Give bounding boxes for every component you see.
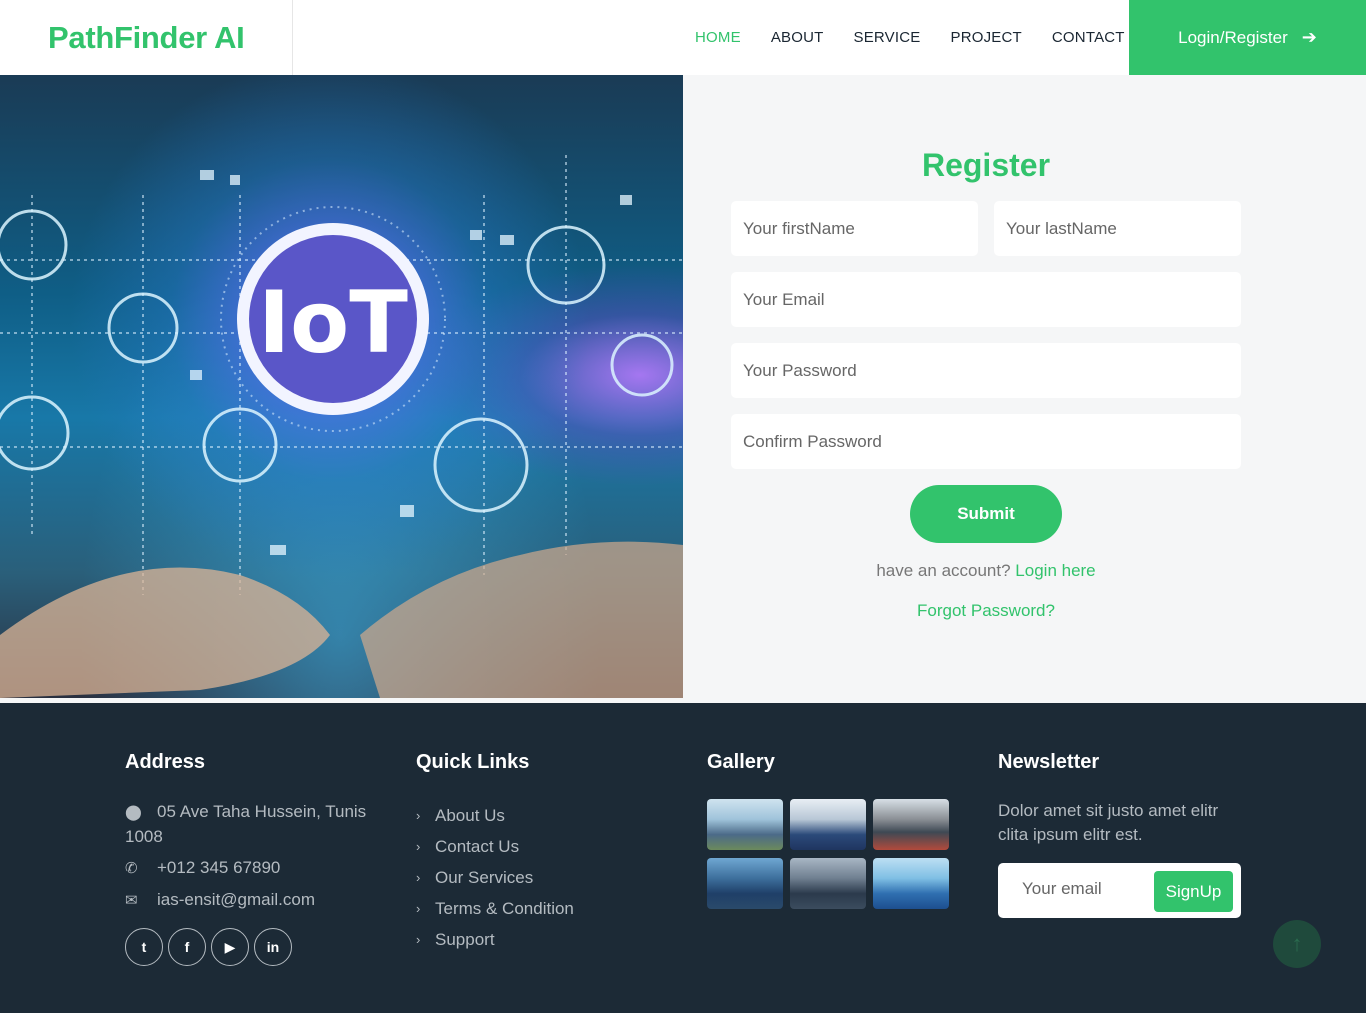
nav-home[interactable]: HOME [695,29,741,46]
phone-icon: ✆ [125,860,138,877]
nav-project[interactable]: PROJECT [950,29,1021,46]
main-nav: HOME ABOUT SERVICE PROJECT CONTACT [680,0,1140,75]
gallery-image[interactable] [707,858,783,909]
register-panel: Register Submit have an account? Login h… [683,75,1366,698]
address-email: ias-ensit@gmail.com [157,890,316,909]
newsletter-text: Dolor amet sit justo amet elitr clita ip… [998,801,1219,844]
site-footer: Address ⬤ 05 Ave Taha Hussein, Tunis 1008… [0,703,1366,1013]
newsletter-form: Your email SignUp [998,863,1241,918]
arrow-right-icon: ➔ [1301,27,1317,47]
quick-link-label: Our Services [435,867,534,887]
quick-links-title: Quick Links [416,751,530,773]
login-here-link[interactable]: Login here [1015,561,1095,580]
address-street-row: ⬤ 05 Ave Taha Hussein, Tunis 1008 [125,800,375,849]
submit-button[interactable]: Submit [910,485,1062,543]
brand-name[interactable]: PathFinder AI [48,20,245,56]
last-name-input[interactable] [994,201,1241,256]
newsletter-title: Newsletter [998,751,1100,773]
newsletter-email-input[interactable]: Your email [1022,879,1102,899]
twitter-icon[interactable]: t [125,928,163,966]
nav-about[interactable]: ABOUT [771,29,824,46]
address-phone: +012 345 67890 [157,858,281,877]
gallery-grid [707,799,949,909]
have-account-line: have an account? Login here [683,561,1289,581]
nav-service[interactable]: SERVICE [854,29,921,46]
chevron-right-icon: › [416,839,421,854]
gallery-image[interactable] [790,858,866,909]
envelope-icon: ✉ [125,892,138,909]
nav-contact[interactable]: CONTACT [1052,29,1125,46]
signup-button[interactable]: SignUp [1154,871,1233,912]
social-links: t f ▶ in [125,928,297,966]
quick-link-label: Terms & Condition [435,898,574,918]
login-register-button[interactable]: Login/Register ➔ [1129,0,1366,75]
have-account-text: have an account? [876,561,1011,580]
gallery-title: Gallery [707,751,775,773]
quick-link-support[interactable]: › Support [416,924,574,955]
arrow-up-icon: ↑ [1291,931,1303,956]
chevron-right-icon: › [416,808,421,823]
address-phone-row: ✆ +012 345 67890 [125,856,375,881]
register-title: Register [921,147,1051,183]
back-to-top-button[interactable]: ↑ [1273,920,1321,968]
iot-illustration: IoT [0,155,683,698]
quick-links-list: › About Us › Contact Us › Our Services › Ter… [416,800,574,955]
gallery-image[interactable] [790,799,866,850]
quick-link-terms[interactable]: › Terms & Condition [416,893,574,924]
site-header: PathFinder AI HOME ABOUT SERVICE PROJECT… [0,0,1366,75]
quick-link-our-services[interactable]: › Our Services [416,862,574,893]
quick-link-label: Support [435,929,495,949]
youtube-icon[interactable]: ▶ [211,928,249,966]
quick-link-about-us[interactable]: › About Us [416,800,574,831]
forgot-password-link[interactable]: Forgot Password? [683,601,1289,621]
gallery-image[interactable] [873,858,949,909]
gallery-image[interactable] [707,799,783,850]
chevron-right-icon: › [416,932,421,947]
email-input[interactable] [731,272,1241,327]
linkedin-icon[interactable]: in [254,928,292,966]
quick-link-label: Contact Us [435,836,520,856]
first-name-input[interactable] [731,201,978,256]
hero-image: IoT [0,75,683,698]
address-title: Address [125,751,206,773]
map-marker-icon: ⬤ [125,804,142,821]
password-input[interactable] [731,343,1241,398]
chevron-right-icon: › [416,870,421,885]
gallery-image[interactable] [873,799,949,850]
address-street: 05 Ave Taha Hussein, Tunis 1008 [125,802,367,846]
address-email-row: ✉ ias-ensit@gmail.com [125,888,375,913]
brand[interactable]: PathFinder AI [0,0,293,75]
quick-link-label: About Us [435,805,505,825]
quick-link-contact-us[interactable]: › Contact Us [416,831,574,862]
chevron-right-icon: › [416,901,421,916]
login-register-label: Login/Register [1178,27,1288,47]
iot-label: IoT [258,273,408,373]
facebook-icon[interactable]: f [168,928,206,966]
confirm-password-input[interactable] [731,414,1241,469]
